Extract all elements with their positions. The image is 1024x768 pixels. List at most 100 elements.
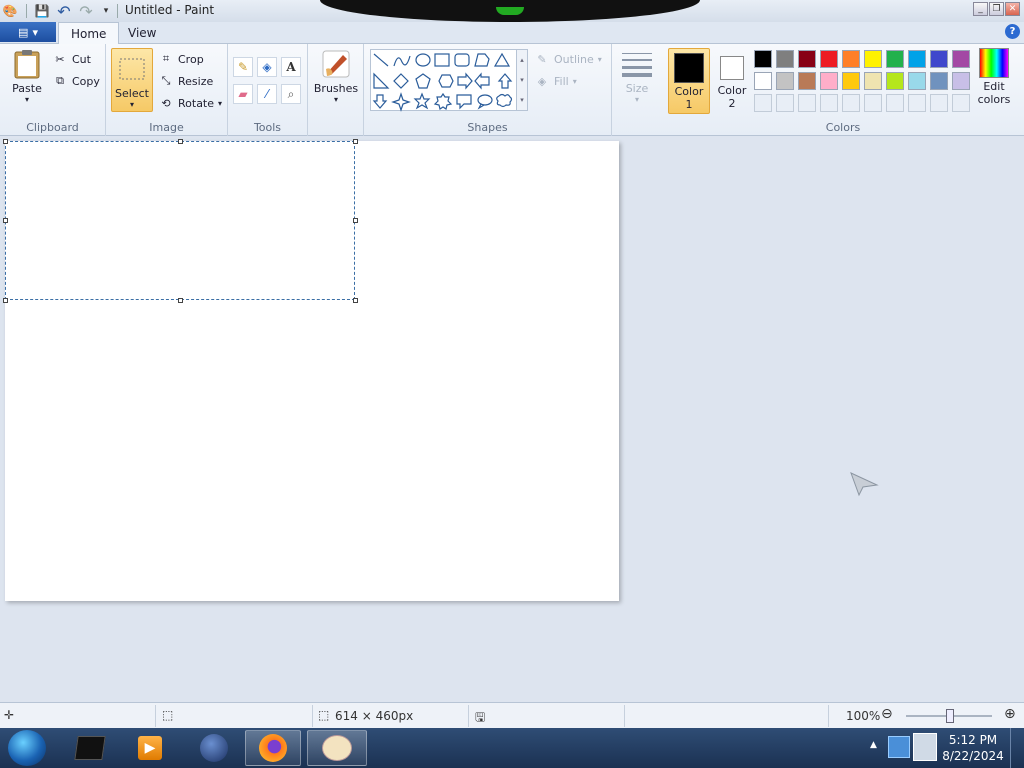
restore-button[interactable]: ❐ — [989, 2, 1004, 16]
redo-icon[interactable]: ↷ — [78, 2, 94, 21]
custom-color-slot[interactable] — [798, 94, 816, 112]
color-swatch[interactable] — [952, 72, 970, 90]
edit-colors-button[interactable]: Edit colors — [974, 48, 1014, 106]
color-swatch[interactable] — [776, 50, 794, 68]
resize-handle[interactable] — [3, 218, 8, 223]
copy-icon: ⧉ — [56, 74, 64, 87]
taskbar-paint[interactable] — [307, 730, 367, 766]
crop-button[interactable]: ⌗ Crop — [158, 50, 204, 68]
zoom-slider-thumb[interactable] — [946, 709, 954, 723]
image-group: Select ▾ ⌗ Crop ⤡ Resize ⟲ Rotate ▾ Imag… — [106, 44, 228, 136]
color-swatch[interactable] — [776, 72, 794, 90]
color1-number: 1 — [685, 98, 693, 111]
fill-bucket-icon[interactable]: ◈ — [257, 57, 277, 77]
eraser-icon[interactable]: ▰ — [233, 84, 253, 104]
color-swatch[interactable] — [952, 50, 970, 68]
minimize-button[interactable]: _ — [973, 2, 988, 16]
window-title: Untitled - Paint — [125, 3, 215, 17]
network-icon[interactable] — [888, 736, 910, 758]
resize-handle[interactable] — [3, 139, 8, 144]
color-swatch[interactable] — [798, 72, 816, 90]
close-button[interactable]: ✕ — [1005, 2, 1020, 16]
taskbar-browser[interactable] — [186, 730, 242, 766]
color-picker-icon[interactable]: ⁄ — [257, 84, 277, 104]
color-swatch[interactable] — [864, 50, 882, 68]
fill-button[interactable]: ◈ Fill ▾ — [534, 72, 577, 90]
resize-handle[interactable] — [3, 298, 8, 303]
color-swatch[interactable] — [820, 72, 838, 90]
color1-swatch — [674, 53, 704, 83]
tab-view[interactable]: View — [116, 22, 168, 44]
color-swatch[interactable] — [930, 50, 948, 68]
select-button[interactable]: Select ▾ — [111, 48, 153, 112]
color-swatch[interactable] — [886, 72, 904, 90]
copy-button[interactable]: ⧉ Copy — [52, 72, 100, 90]
taskbar-terminal[interactable] — [62, 730, 118, 766]
color-swatch[interactable] — [864, 72, 882, 90]
color-swatch[interactable] — [842, 72, 860, 90]
canvas-area[interactable] — [0, 136, 1024, 702]
color1-button[interactable]: Color 1 — [668, 48, 710, 114]
paste-label: Paste — [12, 82, 42, 95]
color-swatch[interactable] — [930, 72, 948, 90]
zoom-out-icon[interactable]: ⊖ — [881, 706, 893, 722]
terminal-icon — [74, 736, 106, 760]
start-button[interactable] — [8, 730, 46, 766]
custom-color-slot[interactable] — [908, 94, 926, 112]
cut-button[interactable]: ✂ Cut — [52, 50, 91, 68]
resize-handle[interactable] — [353, 139, 358, 144]
shapes-scroll[interactable]: ▴ ▾ ▾ — [516, 49, 528, 111]
color-swatch[interactable] — [798, 50, 816, 68]
magnifier-icon[interactable]: ⌕ — [281, 84, 301, 104]
taskbar-clock[interactable]: 5:12 PM 8/22/2024 — [940, 732, 1006, 764]
size-button[interactable]: Size ▾ — [620, 48, 654, 104]
tab-home[interactable]: Home — [58, 22, 120, 44]
show-hidden-icons[interactable]: ▲ — [870, 740, 877, 750]
undo-icon[interactable]: ↶ — [56, 2, 72, 21]
paint-menu-button[interactable]: ▤ ▾ — [0, 22, 56, 42]
resize-handle[interactable] — [178, 298, 183, 303]
resize-button[interactable]: ⤡ Resize — [158, 72, 214, 90]
resize-handle[interactable] — [353, 298, 358, 303]
taskbar-firefox[interactable] — [245, 730, 301, 766]
custom-color-slot[interactable] — [776, 94, 794, 112]
select-rectangle-icon — [116, 53, 148, 85]
show-desktop-button[interactable] — [1010, 728, 1024, 768]
custom-color-slot[interactable] — [886, 94, 904, 112]
color-swatch[interactable] — [820, 50, 838, 68]
outline-button[interactable]: ✎ Outline ▾ — [534, 50, 601, 68]
dropdown-arrow-icon: ▾ — [572, 76, 577, 86]
custom-color-slot[interactable] — [820, 94, 838, 112]
color2-button[interactable]: Color 2 — [712, 48, 752, 114]
action-center-icon[interactable] — [913, 733, 937, 761]
pencil-icon[interactable]: ✎ — [233, 57, 253, 77]
rainbow-icon — [979, 48, 1009, 78]
resize-handle[interactable] — [353, 218, 358, 223]
help-icon[interactable]: ? — [1005, 24, 1020, 39]
taskbar-media-player[interactable]: ▶ — [122, 730, 178, 766]
color-swatch[interactable] — [886, 50, 904, 68]
custom-color-slot[interactable] — [842, 94, 860, 112]
custom-color-slot[interactable] — [952, 94, 970, 112]
text-icon[interactable]: A — [281, 57, 301, 77]
color-swatch[interactable] — [908, 72, 926, 90]
custom-color-slot[interactable] — [930, 94, 948, 112]
color-swatch[interactable] — [754, 72, 772, 90]
paint-app-icon[interactable]: 🎨 — [2, 3, 18, 19]
brushes-button[interactable]: Brushes ▾ — [312, 48, 360, 104]
color-swatch[interactable] — [842, 50, 860, 68]
color-swatch[interactable] — [908, 50, 926, 68]
fill-icon: ◈ — [537, 74, 547, 88]
custom-color-slot[interactable] — [754, 94, 772, 112]
rotate-button[interactable]: ⟲ Rotate ▾ — [158, 94, 222, 112]
customize-quick-access-icon[interactable]: ▾ — [98, 3, 114, 19]
selection-rectangle[interactable] — [5, 141, 355, 300]
paste-button[interactable]: Paste ▾ — [8, 48, 46, 104]
resize-handle[interactable] — [178, 139, 183, 144]
shapes-gallery-icons[interactable] — [371, 50, 527, 112]
save-icon[interactable]: 💾 — [34, 3, 50, 19]
custom-color-slot[interactable] — [864, 94, 882, 112]
color-swatch[interactable] — [754, 50, 772, 68]
selection-size-icon: ⬚ — [162, 708, 174, 722]
zoom-in-icon[interactable]: ⊕ — [1004, 706, 1016, 722]
